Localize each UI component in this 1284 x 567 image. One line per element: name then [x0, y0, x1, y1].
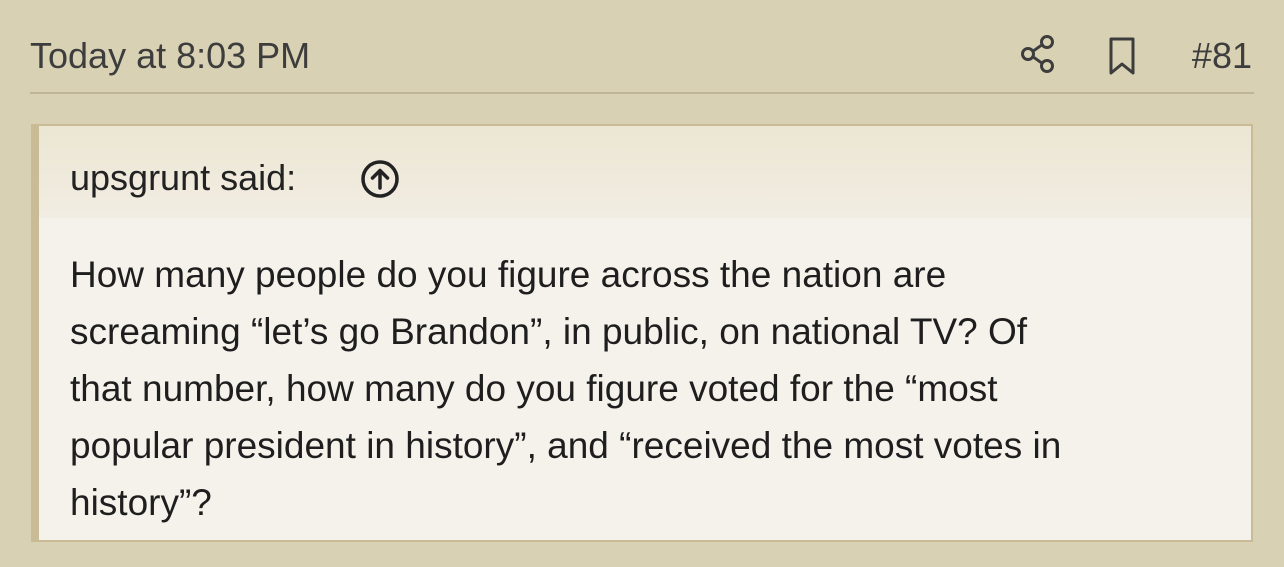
share-button[interactable]: [1018, 32, 1058, 76]
post-date[interactable]: Today at 8:03 PM: [30, 36, 310, 76]
bookmark-icon: [1109, 37, 1135, 75]
quote-author[interactable]: upsgrunt said:: [70, 158, 296, 198]
quote-header: upsgrunt said:: [39, 126, 1251, 218]
share-icon: [1021, 35, 1054, 73]
quote-block: upsgrunt said: How many people do you fi…: [31, 124, 1253, 542]
jump-to-quote-button[interactable]: [359, 158, 401, 200]
post-header: Today at 8:03 PM #81: [30, 22, 1254, 94]
bookmark-button[interactable]: [1102, 34, 1142, 78]
arrow-up-circle-icon: [361, 160, 399, 198]
quote-body-text: How many people do you figure across the…: [70, 254, 1062, 523]
post-number-link[interactable]: #81: [1192, 36, 1252, 76]
